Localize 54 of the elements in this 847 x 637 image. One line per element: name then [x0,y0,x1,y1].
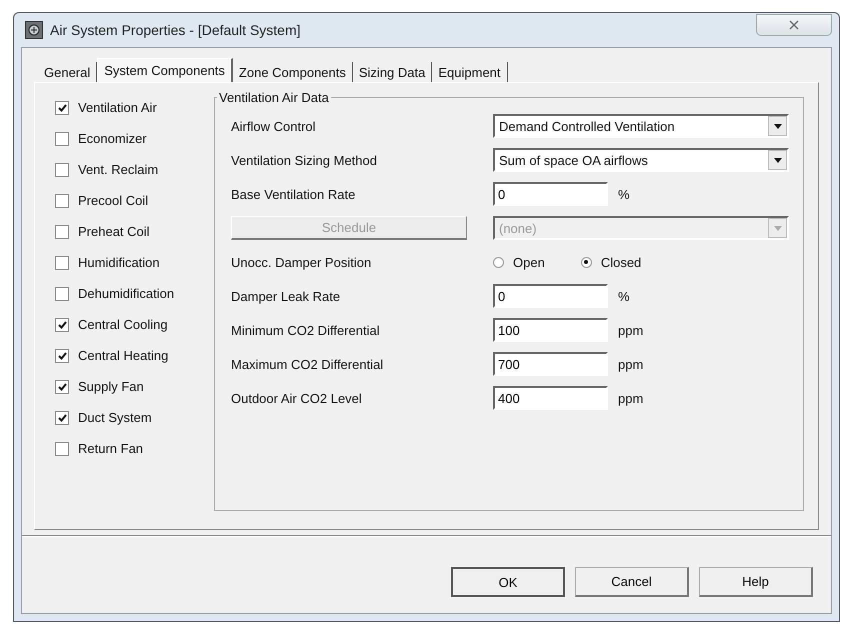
field-label: Maximum CO2 Differential [231,356,384,372]
checkbox[interactable]: Dehumidification [55,283,208,304]
field-label: Base Ventilation Rate [231,186,356,202]
checkbox[interactable]: Humidification [55,252,208,273]
radio-button[interactable]: Open [493,254,545,270]
checkmark-icon [58,414,66,422]
checkmark-icon [58,320,66,328]
close-icon [789,20,799,30]
tab[interactable]: Equipment [432,62,508,82]
input-field[interactable]: 400 [493,386,608,410]
unit-label: ppm [618,322,644,338]
dialog-button[interactable]: Cancel [575,567,689,597]
field-label: Unocc. Damper Position [231,254,372,270]
checkbox[interactable]: Economizer [55,128,208,149]
checkbox[interactable]: Ventilation Air [55,97,208,118]
window-title: Air System Properties - [Default System] [50,22,301,38]
checkmark-icon [58,382,66,390]
tab[interactable]: System Components [97,58,233,82]
checkbox[interactable]: Central Heating [55,345,208,366]
close-button[interactable] [756,14,832,36]
dropdown-arrow-icon [774,158,782,162]
dialog-button[interactable]: Help [699,567,813,597]
checkbox[interactable]: Supply Fan [55,376,208,397]
input-field[interactable]: 0 [493,284,608,308]
input-field[interactable]: 0 [493,182,608,206]
field-label: Ventilation Sizing Method [231,152,378,168]
dropdown[interactable]: Sum of space OA airflows [493,148,789,172]
checkbox[interactable]: Preheat Coil [55,221,208,242]
radio-button[interactable]: Closed [580,254,642,270]
dialog-button[interactable]: OK [451,567,565,597]
dropdown[interactable]: Demand Controlled Ventilation [493,114,789,138]
tab[interactable]: Sizing Data [352,62,432,82]
checkmark-icon [58,352,66,360]
app-icon [25,21,43,39]
unit-label: % [618,186,630,202]
field-label: Minimum CO2 Differential [231,322,381,338]
input-field[interactable]: 700 [493,352,608,376]
input-field[interactable]: 100 [493,318,608,342]
dropdown-arrow-icon [774,226,782,230]
unit-label: ppm [618,390,644,406]
field-label: Outdoor Air CO2 Level [231,390,363,406]
tab[interactable]: Zone Components [232,62,353,82]
unit-label: ppm [618,356,644,372]
checkbox[interactable]: Duct System [55,407,208,428]
checkbox[interactable]: Central Cooling [55,314,208,335]
field-label: Airflow Control [231,118,317,134]
checkbox[interactable]: Return Fan [55,438,208,459]
checkmark-icon [58,104,66,112]
unit-label: % [618,288,630,304]
group-title: Ventilation Air Data [217,90,331,105]
checkbox[interactable]: Vent. Reclaim [55,159,208,180]
dropdown-arrow-icon [774,124,782,128]
field-label: Damper Leak Rate [231,288,342,304]
checkbox[interactable]: Precool Coil [55,190,208,211]
